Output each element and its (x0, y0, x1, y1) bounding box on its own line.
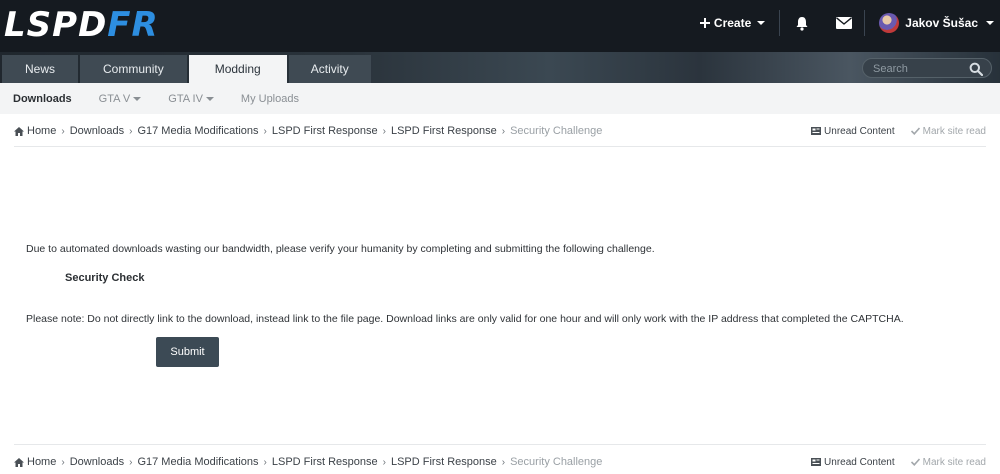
chevron-right-icon: › (382, 125, 386, 137)
breadcrumb-current: Security Challenge (510, 456, 603, 468)
chevron-right-icon: › (61, 456, 65, 468)
breadcrumb-downloads[interactable]: Downloads (70, 125, 124, 137)
breadcrumb-bottom: Home › Downloads › G17 Media Modificatio… (14, 454, 986, 470)
unread-content-link[interactable]: Unread Content (811, 126, 895, 137)
breadcrumb-actions: Unread Content Mark site read (811, 126, 986, 137)
check-icon (910, 458, 920, 466)
breadcrumb-trail: Home › Downloads › G17 Media Modificatio… (14, 456, 602, 468)
subnav-downloads[interactable]: Downloads (13, 93, 72, 105)
tab-label: Activity (310, 62, 349, 76)
chevron-down-icon (986, 21, 994, 25)
mark-site-read-label: Mark site read (922, 456, 986, 468)
chevron-right-icon: › (501, 125, 506, 137)
divider (14, 444, 986, 445)
logo-text-fr: FR (107, 5, 159, 45)
logo-text-lspd: LSPD (4, 5, 108, 45)
security-check-heading: Security Check (65, 272, 145, 284)
divider (14, 146, 986, 147)
chevron-right-icon: › (61, 125, 65, 137)
breadcrumb-current: Security Challenge (510, 125, 603, 137)
create-menu-button[interactable]: Create (699, 8, 779, 38)
chevron-down-icon (757, 21, 766, 25)
breadcrumb-home[interactable]: Home (14, 125, 56, 137)
breadcrumb-g17[interactable]: G17 Media Modifications (137, 125, 258, 137)
breadcrumb: Home › Downloads › G17 Media Modificatio… (14, 123, 986, 139)
search-box (862, 58, 992, 78)
subnav-gta-v[interactable]: GTA V (99, 93, 142, 105)
home-icon (14, 457, 24, 467)
primary-tabs: News Community Modding Activity (2, 55, 373, 83)
user-nav: Create Jakov Šušac (699, 8, 994, 38)
secondary-nav: Downloads GTA V GTA IV My Uploads (0, 83, 1000, 114)
newspaper-icon (811, 458, 822, 466)
chevron-right-icon: › (382, 456, 386, 468)
verification-notice: Due to automated downloads wasting our b… (26, 243, 655, 255)
unread-content-link[interactable]: Unread Content (811, 457, 895, 468)
subnav-label: GTA V (98, 92, 131, 105)
chevron-right-icon: › (129, 125, 133, 137)
unread-content-label: Unread Content (824, 456, 895, 468)
bell-icon (796, 16, 808, 31)
unread-content-label: Unread Content (824, 125, 895, 137)
breadcrumb-lspdfr-category[interactable]: LSPD First Response (272, 456, 378, 468)
tab-label: Community (103, 62, 164, 76)
chevron-right-icon: › (263, 456, 267, 468)
breadcrumb-lspdfr-file[interactable]: LSPD First Response (391, 125, 497, 137)
breadcrumb-trail: Home › Downloads › G17 Media Modificatio… (14, 125, 602, 137)
home-icon (14, 126, 24, 136)
subnav-label: My Uploads (240, 92, 299, 105)
messages-button[interactable] (824, 8, 864, 38)
site-header: LSPDFR Create Jakov Šušac (0, 0, 1000, 52)
tab-modding[interactable]: Modding (188, 55, 287, 83)
mark-site-read-link[interactable]: Mark site read (910, 456, 986, 468)
breadcrumb-g17[interactable]: G17 Media Modifications (137, 456, 258, 468)
download-note: Please note: Do not directly link to the… (26, 313, 904, 325)
tab-label: News (25, 62, 56, 76)
breadcrumb-downloads[interactable]: Downloads (70, 456, 124, 468)
breadcrumb-home[interactable]: Home (14, 456, 56, 468)
submit-button[interactable]: Submit (156, 337, 219, 367)
breadcrumb-label: Home (27, 125, 57, 137)
avatar (879, 13, 900, 33)
breadcrumb-label: Home (27, 456, 57, 468)
subnav-gta-iv[interactable]: GTA IV (168, 93, 214, 105)
tab-activity[interactable]: Activity (288, 55, 371, 83)
subnav-label: GTA IV (168, 92, 203, 105)
chevron-down-icon (205, 96, 214, 101)
newspaper-icon (811, 127, 822, 135)
search-input[interactable] (873, 61, 968, 76)
user-name: Jakov Šušac (905, 16, 978, 30)
notifications-button[interactable] (780, 8, 824, 38)
chevron-right-icon: › (263, 125, 267, 137)
create-label: Create (713, 16, 752, 30)
mark-site-read-label: Mark site read (922, 125, 986, 137)
chevron-right-icon: › (129, 456, 133, 468)
subnav-my-uploads[interactable]: My Uploads (241, 93, 299, 105)
mark-site-read-link[interactable]: Mark site read (910, 125, 986, 137)
breadcrumb-lspdfr-file[interactable]: LSPD First Response (391, 456, 497, 468)
chevron-right-icon: › (501, 456, 506, 468)
chevron-down-icon (133, 96, 142, 101)
breadcrumb-lspdfr-category[interactable]: LSPD First Response (272, 125, 378, 137)
breadcrumb-actions: Unread Content Mark site read (811, 457, 986, 468)
tab-label: Modding (214, 62, 261, 76)
primary-nav: News Community Modding Activity (0, 52, 1000, 83)
envelope-icon (836, 17, 853, 29)
subnav-label: Downloads (13, 92, 72, 105)
site-logo[interactable]: LSPDFR (4, 5, 159, 45)
user-menu-button[interactable]: Jakov Šušac (865, 8, 994, 38)
plus-icon (699, 18, 710, 28)
tab-news[interactable]: News (2, 55, 79, 83)
check-icon (910, 127, 920, 135)
search-icon[interactable] (969, 62, 983, 76)
tab-community[interactable]: Community (80, 55, 187, 83)
